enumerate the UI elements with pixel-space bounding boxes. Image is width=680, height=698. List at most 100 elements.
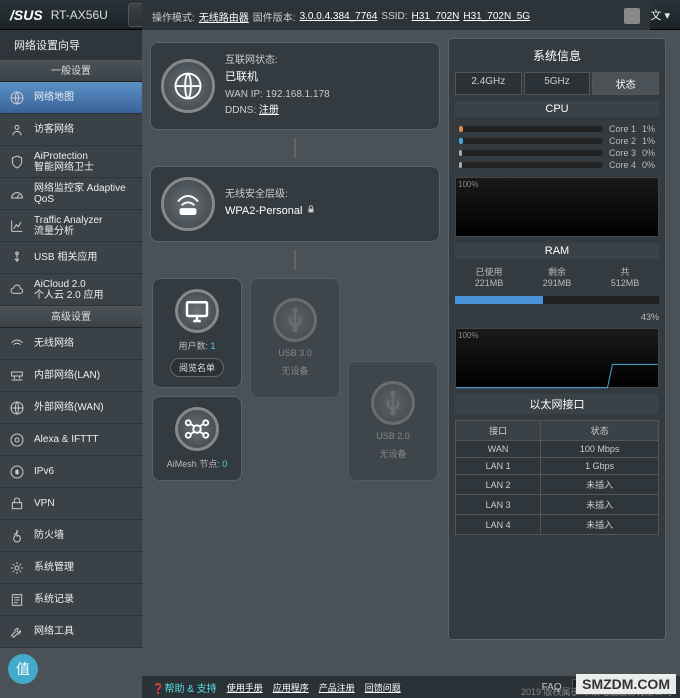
sidebar-item[interactable]: 访客网络 xyxy=(0,114,142,146)
sysinfo-title: 系统信息 xyxy=(455,45,659,66)
info-bar: 操作模式: 无线路由器 固件版本: 3.0.0.4.384_7764 SSID:… xyxy=(142,2,650,30)
sidebar-item[interactable]: 系统记录 xyxy=(0,584,142,616)
ssid1-link[interactable]: H31_702N xyxy=(412,11,460,22)
sidebar-item[interactable]: VPN xyxy=(0,488,142,520)
sidebar-item[interactable]: AiProtection 智能网络卫士 xyxy=(0,146,142,178)
sidebar-item-label: 防火墙 xyxy=(34,530,64,541)
shield-icon xyxy=(8,153,26,171)
tab-5ghz[interactable]: 5GHz xyxy=(524,72,591,95)
clients-count: 1 xyxy=(211,341,216,351)
eth-table: 接口状态 WAN100 MbpsLAN 11 GbpsLAN 2未插入LAN 3… xyxy=(455,420,659,535)
sidebar-item-label: 网络监控家 Adaptive QoS xyxy=(34,183,126,205)
eth-port: LAN 2 xyxy=(456,475,541,495)
lock-icon xyxy=(306,204,316,214)
sidebar-item-label: 系统管理 xyxy=(34,562,74,573)
clients-label: 用户数: xyxy=(178,341,208,351)
ddns-link[interactable]: 注册 xyxy=(259,105,279,116)
sidebar-item[interactable]: 网络地图 xyxy=(0,82,142,114)
mesh-icon xyxy=(175,407,219,451)
guest-icon xyxy=(8,121,26,139)
sidebar-item-label: 网络地图 xyxy=(34,92,74,103)
aimesh-label: AiMesh 节点: xyxy=(167,459,220,469)
sidebar-item[interactable]: 网络监控家 Adaptive QoS xyxy=(0,178,142,210)
security-label: 无线安全层级: xyxy=(225,187,316,203)
ssid2-link[interactable]: H31_702N_5G xyxy=(463,11,530,22)
ram-used-label: 已使用 xyxy=(475,265,504,278)
eth-row: LAN 2未插入 xyxy=(456,475,659,495)
ddns-label: DDNS: xyxy=(225,105,256,116)
internet-card[interactable]: 互联网状态: 已联机 WAN IP: 192.168.1.178 DDNS: 注… xyxy=(150,42,440,130)
footer-app[interactable]: 应用程序 xyxy=(273,681,309,694)
sidebar-item-label: VPN xyxy=(34,498,55,509)
core-name: Core 4 xyxy=(609,160,636,170)
usb30-card[interactable]: USB 3.0 无设备 xyxy=(250,278,340,398)
sidebar-item[interactable]: AiCloud 2.0 个人云 2.0 应用 xyxy=(0,274,142,306)
sidebar-section-general: 一般设置 xyxy=(0,60,142,82)
alexa-icon xyxy=(8,431,26,449)
vpn-icon xyxy=(8,495,26,513)
eth-row: LAN 4未插入 xyxy=(456,515,659,535)
sidebar-item[interactable]: Alexa & IFTTT xyxy=(0,424,142,456)
brand-logo: /SUS xyxy=(10,7,43,23)
tool-icon xyxy=(8,623,26,641)
ram-pct: 43% xyxy=(455,312,659,322)
sidebar-item[interactable]: 无线网络 xyxy=(0,328,142,360)
view-list-button[interactable]: 阅览名单 xyxy=(170,358,224,377)
sidebar-item-label: 网络工具 xyxy=(34,626,74,637)
eth-row: WAN100 Mbps xyxy=(456,441,659,458)
help-link[interactable]: ❓帮助 & 支持 xyxy=(152,680,217,695)
sidebar-item-label: Traffic Analyzer 流量分析 xyxy=(34,215,102,237)
model-name: RT-AX56U xyxy=(51,8,108,22)
aimesh-count: 0 xyxy=(222,459,227,469)
lan-icon xyxy=(8,367,26,385)
connector-line xyxy=(294,138,296,158)
mode-link[interactable]: 无线路由器 xyxy=(199,9,249,24)
security-value: WPA2-Personal xyxy=(225,205,302,217)
sidebar-item[interactable]: 系统管理 xyxy=(0,552,142,584)
sidebar-item[interactable]: 6IPv6 xyxy=(0,456,142,488)
ram-graph: 100% xyxy=(455,328,659,388)
fw-link[interactable]: 3.0.0.4.384_7764 xyxy=(300,11,378,22)
ram-total: 512MB xyxy=(611,278,640,288)
tool-icon[interactable] xyxy=(624,8,640,24)
sidebar-item[interactable]: 防火墙 xyxy=(0,520,142,552)
core-name: Core 2 xyxy=(609,136,636,146)
usb20-card[interactable]: USB 2.0 无设备 xyxy=(348,361,438,481)
eth-title: 以太网接口 xyxy=(455,394,659,414)
gear-icon xyxy=(8,559,26,577)
fw-label: 固件版本: xyxy=(253,9,296,24)
eth-row: LAN 3未插入 xyxy=(456,495,659,515)
sidebar-item[interactable]: 网络工具 xyxy=(0,616,142,648)
graph-label: 100% xyxy=(458,180,478,189)
ram-used: 221MB xyxy=(475,278,504,288)
footer-manual[interactable]: 使用手册 xyxy=(227,681,263,694)
sidebar-item[interactable]: 内部网络(LAN) xyxy=(0,360,142,392)
core-row: Core 2 1% xyxy=(455,135,659,147)
footer-feedback[interactable]: 回馈问题 xyxy=(365,681,401,694)
sidebar-item-label: 无线网络 xyxy=(34,338,74,349)
usb-icon xyxy=(8,249,26,267)
clients-card[interactable]: 用户数: 1 阅览名单 xyxy=(152,278,242,388)
usb20-title: USB 2.0 xyxy=(376,431,410,441)
eth-status: 未插入 xyxy=(541,495,659,515)
sidebar-item-label: 内部网络(LAN) xyxy=(34,370,100,381)
core-pct: 0% xyxy=(642,160,655,170)
ram-free: 291MB xyxy=(543,278,572,288)
watermark: SMZDM.COM xyxy=(576,674,676,694)
core-name: Core 1 xyxy=(609,124,636,134)
tab-status[interactable]: 状态 xyxy=(592,72,659,95)
aimesh-card[interactable]: AiMesh 节点: 0 xyxy=(152,396,242,481)
sidebar-item[interactable]: USB 相关应用 xyxy=(0,242,142,274)
wan-label: WAN IP: xyxy=(225,89,263,100)
sidebar-item-label: 外部网络(WAN) xyxy=(34,402,104,413)
footer-register[interactable]: 产品注册 xyxy=(319,681,355,694)
cpu-graph: 100% xyxy=(455,177,659,237)
sidebar-item-label: AiCloud 2.0 个人云 2.0 应用 xyxy=(34,279,103,301)
security-card[interactable]: 无线安全层级: WPA2-Personal xyxy=(150,166,440,242)
ram-bar xyxy=(455,296,659,304)
tab-24ghz[interactable]: 2.4GHz xyxy=(455,72,522,95)
sidebar-item[interactable]: Traffic Analyzer 流量分析 xyxy=(0,210,142,242)
core-pct: 1% xyxy=(642,136,655,146)
sidebar-wizard[interactable]: 网络设置向导 xyxy=(0,30,142,60)
sidebar-item[interactable]: 外部网络(WAN) xyxy=(0,392,142,424)
